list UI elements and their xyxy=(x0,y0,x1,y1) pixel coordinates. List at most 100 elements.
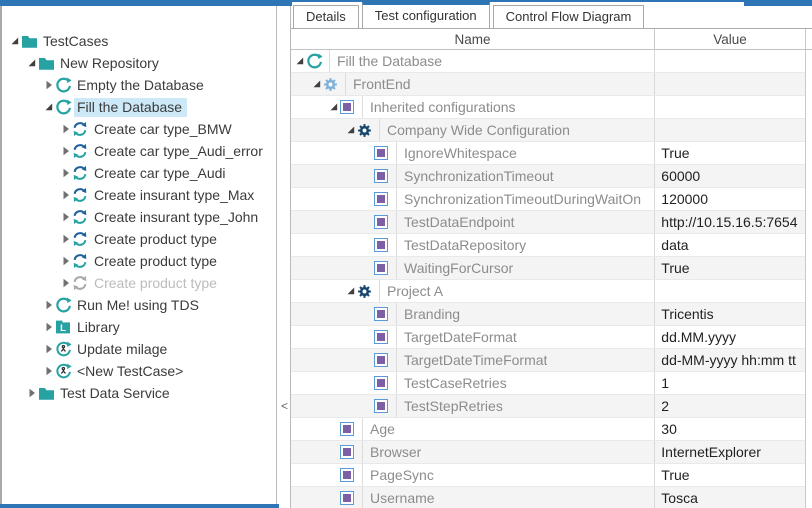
column-header-value[interactable]: Value xyxy=(655,29,806,49)
config-row-testdataendpoint[interactable]: TestDataEndpointhttp://10.15.16.5:7654 xyxy=(291,211,805,234)
config-row-targetdatetimeformat[interactable]: TargetDateTimeFormatdd-MM-yyyy hh:mm tt xyxy=(291,349,805,372)
config-value-cell[interactable]: 2 xyxy=(654,395,805,417)
config-row-branding[interactable]: BrandingTricentis xyxy=(291,303,805,326)
tree-item-new-repository[interactable]: New Repository xyxy=(2,52,276,74)
expander-expanded-icon[interactable] xyxy=(293,56,306,66)
expander-expanded-icon[interactable] xyxy=(310,79,323,89)
config-value-cell[interactable] xyxy=(654,50,805,72)
folder-icon xyxy=(38,386,57,401)
config-row-company-wide-configuration[interactable]: Company Wide Configuration xyxy=(291,119,805,142)
config-row-pagesync[interactable]: PageSyncTrue xyxy=(291,464,805,487)
config-value-cell[interactable]: 120000 xyxy=(654,188,805,210)
config-value-cell[interactable]: 1 xyxy=(654,372,805,394)
panel-bottom-accent-bar xyxy=(0,504,279,508)
name-cell: IgnoreWhitespace xyxy=(291,142,654,164)
config-square-icon xyxy=(374,307,390,321)
tab-control-flow-diagram[interactable]: Control Flow Diagram xyxy=(493,5,645,28)
config-row-age[interactable]: Age30 xyxy=(291,418,805,441)
tree-item-test-data-service[interactable]: Test Data Service xyxy=(2,382,276,404)
config-row-ignorewhitespace[interactable]: IgnoreWhitespaceTrue xyxy=(291,142,805,165)
tree-item-fill-the-database[interactable]: Fill the Database xyxy=(2,96,276,118)
expander-expanded-icon[interactable] xyxy=(344,286,357,296)
tree-item-create-car-type-bmw[interactable]: Create car type_BMW xyxy=(2,118,276,140)
tree-item-new-testcase[interactable]: <New TestCase> xyxy=(2,360,276,382)
expander-collapsed-icon[interactable] xyxy=(59,278,72,288)
config-row-testdatarepository[interactable]: TestDataRepositorydata xyxy=(291,234,805,257)
expander-collapsed-icon[interactable] xyxy=(59,146,72,156)
expander-collapsed-icon[interactable] xyxy=(59,212,72,222)
expander-collapsed-icon[interactable] xyxy=(42,366,55,376)
expander-expanded-icon[interactable] xyxy=(42,102,55,112)
tree-item-library[interactable]: LLibrary xyxy=(2,316,276,338)
expander-collapsed-icon[interactable] xyxy=(59,168,72,178)
config-row-fill-the-database[interactable]: Fill the Database xyxy=(291,50,805,73)
config-value-cell[interactable]: 30 xyxy=(654,418,805,440)
config-name-label: Project A xyxy=(387,283,443,299)
tree-item-label: Create car type_Audi_error xyxy=(91,142,268,161)
config-value-cell[interactable]: dd.MM.yyyy xyxy=(654,326,805,348)
expander-collapsed-icon[interactable] xyxy=(59,234,72,244)
config-value-cell[interactable]: dd-MM-yyyy hh:mm tt xyxy=(654,349,805,371)
tree-item-create-insurant-type-john[interactable]: Create insurant type_John xyxy=(2,206,276,228)
config-row-testcaseretries[interactable]: TestCaseRetries1 xyxy=(291,372,805,395)
config-value-cell[interactable]: True xyxy=(654,142,805,164)
config-value-cell[interactable]: True xyxy=(654,464,805,486)
config-value-cell[interactable] xyxy=(654,73,805,95)
expander-collapsed-icon[interactable] xyxy=(42,300,55,310)
tree-item-testcases[interactable]: TestCases xyxy=(2,30,276,52)
config-row-inherited-configurations[interactable]: Inherited configurations xyxy=(291,96,805,119)
tree-item-create-product-type[interactable]: Create product type xyxy=(2,272,276,294)
config-value-cell[interactable]: 60000 xyxy=(654,165,805,187)
config-square-icon xyxy=(340,100,356,114)
tree-item-create-product-type[interactable]: Create product type xyxy=(2,250,276,272)
config-value-cell[interactable]: data xyxy=(654,234,805,256)
tree-item-create-car-type-audi[interactable]: Create car type_Audi xyxy=(2,162,276,184)
expander-expanded-icon[interactable] xyxy=(344,125,357,135)
config-value-cell[interactable]: InternetExplorer xyxy=(654,441,805,463)
config-row-project-a[interactable]: Project A xyxy=(291,280,805,303)
config-value-cell[interactable] xyxy=(654,96,805,118)
expander-collapsed-icon[interactable] xyxy=(42,322,55,332)
config-row-frontend[interactable]: FrontEnd xyxy=(291,73,805,96)
config-row-synchronizationtimeoutduringwaiton[interactable]: SynchronizationTimeoutDuringWaitOn120000 xyxy=(291,188,805,211)
config-value-cell[interactable]: Tosca xyxy=(654,487,805,508)
collapse-panel-button[interactable]: < xyxy=(279,398,290,414)
config-row-waitingforcursor[interactable]: WaitingForCursorTrue xyxy=(291,257,805,280)
column-header-name[interactable]: Name xyxy=(291,29,655,49)
config-row-targetdateformat[interactable]: TargetDateFormatdd.MM.yyyy xyxy=(291,326,805,349)
expander-expanded-icon[interactable] xyxy=(25,58,38,68)
tree-item-create-product-type[interactable]: Create product type xyxy=(2,228,276,250)
tab-details[interactable]: Details xyxy=(293,5,359,28)
expander-collapsed-icon[interactable] xyxy=(25,388,38,398)
tab-test-configuration[interactable]: Test configuration xyxy=(362,2,490,28)
config-value-cell[interactable]: Tricentis xyxy=(654,303,805,325)
name-cell: Age xyxy=(291,418,654,440)
config-row-synchronizationtimeout[interactable]: SynchronizationTimeout60000 xyxy=(291,165,805,188)
expander-collapsed-icon[interactable] xyxy=(42,344,55,354)
panel-splitter[interactable]: < xyxy=(279,6,291,508)
config-name-label: Browser xyxy=(370,444,421,460)
config-value-cell[interactable]: http://10.15.16.5:7654 xyxy=(654,211,805,233)
indent xyxy=(291,326,361,348)
config-value-cell[interactable]: True xyxy=(654,257,805,279)
config-value-cell[interactable] xyxy=(654,119,805,141)
tree-item-empty-the-database[interactable]: Empty the Database xyxy=(2,74,276,96)
testcases-tree: TestCasesNew RepositoryEmpty the Databas… xyxy=(2,30,276,404)
gear-light-icon xyxy=(323,77,339,92)
expander-expanded-icon[interactable] xyxy=(8,36,21,46)
config-row-username[interactable]: UsernameTosca xyxy=(291,487,805,508)
gear-dark-icon xyxy=(357,284,373,299)
tree-item-update-milage[interactable]: Update milage xyxy=(2,338,276,360)
teststep-refresh-icon xyxy=(72,187,91,203)
expander-expanded-icon[interactable] xyxy=(327,102,340,112)
tree-item-create-insurant-type-max[interactable]: Create insurant type_Max xyxy=(2,184,276,206)
expander-collapsed-icon[interactable] xyxy=(59,190,72,200)
config-row-browser[interactable]: Browser InternetExplorer xyxy=(291,441,805,464)
expander-collapsed-icon[interactable] xyxy=(59,124,72,134)
expander-collapsed-icon[interactable] xyxy=(59,256,72,266)
config-row-teststepretries[interactable]: TestStepRetries2 xyxy=(291,395,805,418)
tree-item-create-car-type-audi-error[interactable]: Create car type_Audi_error xyxy=(2,140,276,162)
config-value-cell[interactable] xyxy=(654,280,805,302)
tree-item-run-me-using-tds[interactable]: Run Me! using TDS xyxy=(2,294,276,316)
expander-collapsed-icon[interactable] xyxy=(42,80,55,90)
